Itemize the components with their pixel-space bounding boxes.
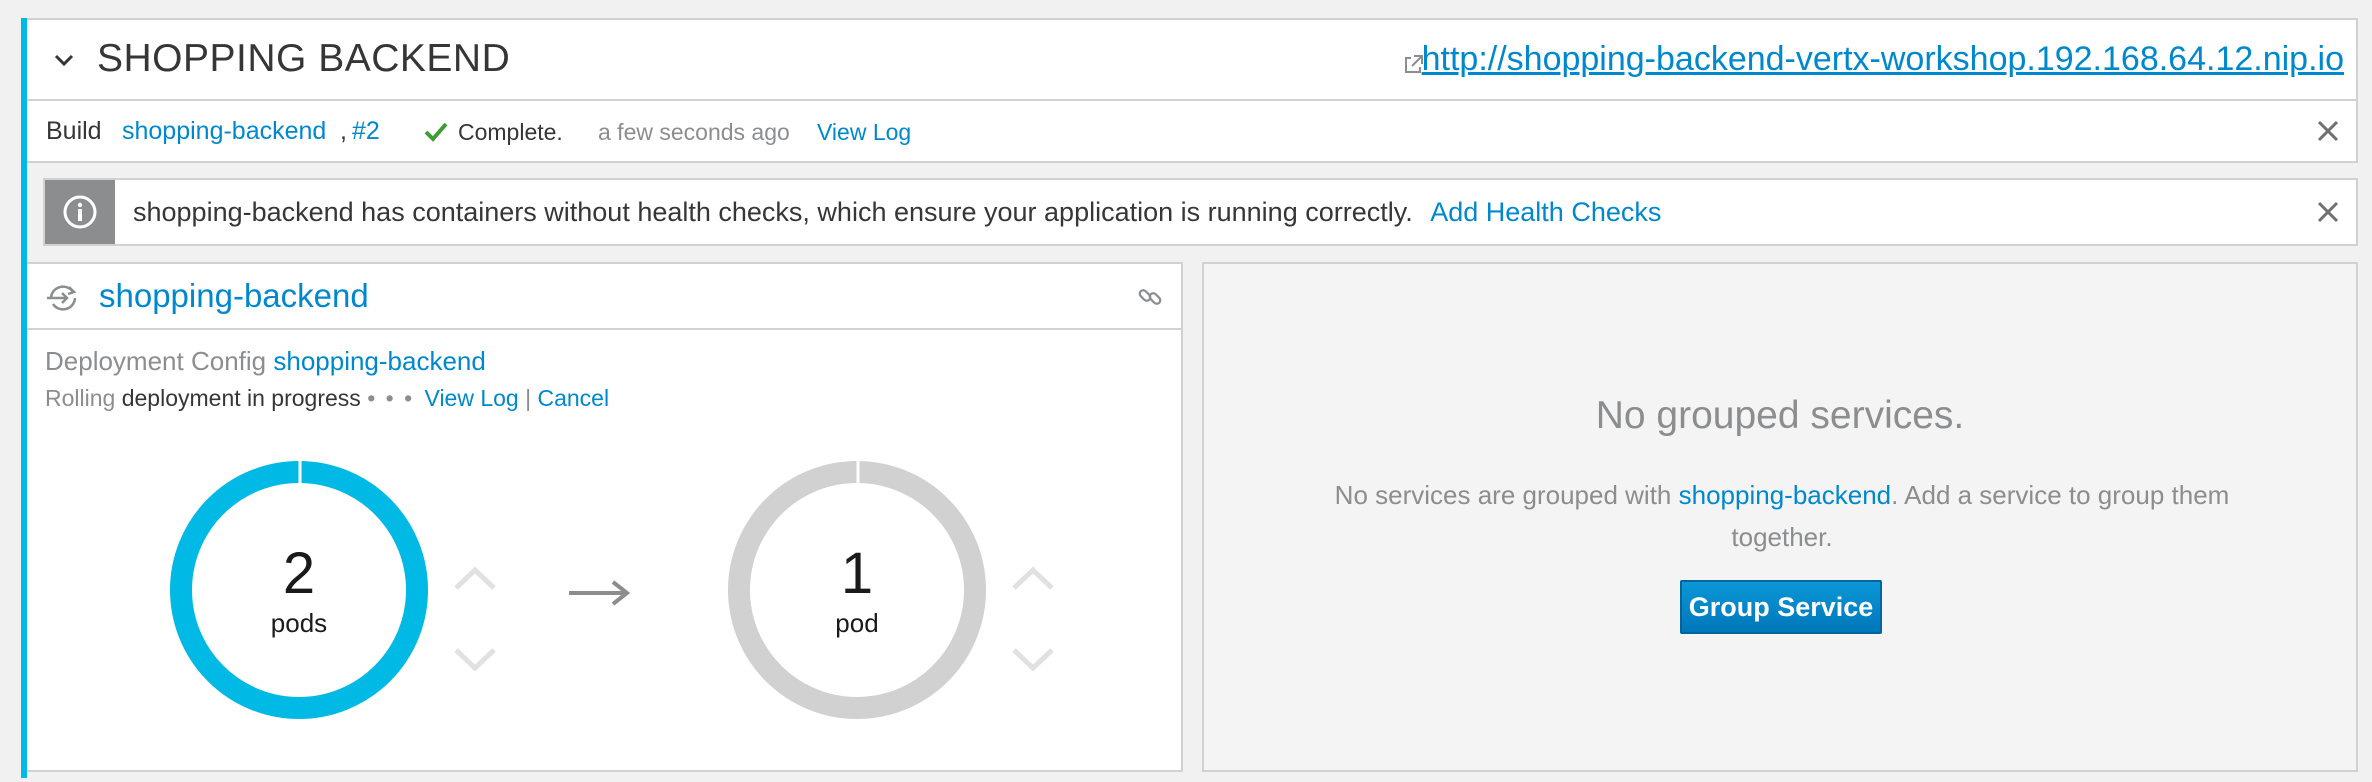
deployment-card: shopping-backend Deployment Config shopp…: [27, 262, 1183, 772]
deployment-card-header: shopping-backend: [27, 264, 1181, 330]
alert-message: shopping-backend has containers without …: [133, 197, 1413, 227]
health-check-alert: shopping-backend has containers without …: [43, 178, 2358, 246]
link-icon[interactable]: [1137, 284, 1163, 310]
scale-up-icon[interactable]: [451, 560, 499, 600]
build-name-link[interactable]: shopping-backend: [122, 117, 326, 146]
grouped-services-panel: No grouped services. No services are gro…: [1202, 262, 2358, 772]
route-url-link[interactable]: http://shopping-backend-vertx-workshop.1…: [1422, 40, 2344, 79]
alert-icon-box: [45, 180, 115, 244]
close-icon[interactable]: [2316, 200, 2340, 224]
deployment-progress-line: Rolling deployment in progress • • • Vie…: [45, 385, 609, 412]
deployment-view-log-link[interactable]: View Log: [425, 385, 519, 411]
info-icon: [63, 195, 97, 229]
chevron-down-icon[interactable]: [51, 47, 77, 73]
deployment-config-label: Deployment Config: [45, 346, 267, 376]
arrow-right-icon: [569, 580, 631, 606]
grouped-services-text: No services are grouped with shopping-ba…: [1304, 474, 2260, 558]
deployment-strategy: Rolling: [45, 385, 116, 411]
deployment-config-link[interactable]: shopping-backend: [273, 346, 486, 376]
new-pod-label: pod: [835, 608, 879, 638]
service-panel: SHOPPING BACKEND http://shopping-backend…: [21, 18, 2358, 778]
grouped-services-title: No grouped services.: [1595, 394, 1965, 437]
old-pod-count: 2: [282, 541, 316, 606]
close-icon[interactable]: [2316, 119, 2340, 143]
service-header: SHOPPING BACKEND http://shopping-backend…: [27, 18, 2358, 101]
scale-down-icon[interactable]: [451, 638, 499, 678]
deployment-name-link[interactable]: shopping-backend: [99, 277, 369, 315]
build-status: Complete.: [458, 119, 563, 145]
checkmark-icon: [424, 122, 448, 142]
old-pods-donut: 2 pods: [169, 460, 429, 720]
old-pod-label: pods: [270, 608, 328, 638]
deployment-config-line: Deployment Config shopping-backend: [45, 346, 486, 377]
deployment-cancel-link[interactable]: Cancel: [537, 385, 609, 411]
scale-down-icon[interactable]: [1009, 638, 1057, 678]
group-service-button[interactable]: Group Service: [1680, 580, 1882, 634]
new-pods-donut: 1 pod: [727, 460, 987, 720]
grouped-text-before: No services are grouped with: [1334, 480, 1679, 510]
build-number-link[interactable]: #2: [352, 117, 380, 146]
build-time: a few seconds ago: [598, 119, 790, 145]
alert-message-container: shopping-backend has containers without …: [133, 197, 1661, 228]
progress-dots: • • •: [367, 385, 415, 411]
add-health-checks-link[interactable]: Add Health Checks: [1430, 197, 1661, 227]
build-separator: ,: [340, 117, 347, 145]
grouped-service-link[interactable]: shopping-backend: [1679, 480, 1892, 510]
deployment-progress-text: deployment in progress: [121, 385, 361, 411]
build-view-log-link[interactable]: View Log: [817, 119, 911, 146]
app-title: SHOPPING BACKEND: [97, 37, 511, 80]
build-prefix: Build: [46, 117, 102, 145]
scale-up-icon[interactable]: [1009, 560, 1057, 600]
link-divider: |: [525, 385, 532, 411]
deployment-config-icon: [47, 285, 77, 311]
build-status-row: Build shopping-backend , #2 Complete. a …: [27, 101, 2358, 163]
new-pod-count: 1: [840, 541, 874, 606]
